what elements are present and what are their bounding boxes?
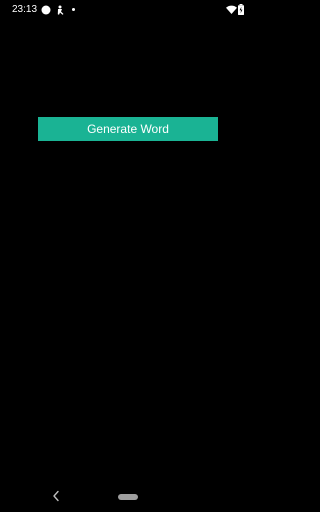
more-notifications-dot-icon [72, 8, 75, 11]
circle-notification-icon [41, 5, 51, 15]
wifi-icon [226, 5, 237, 14]
navigation-bar [0, 480, 256, 512]
back-icon[interactable] [52, 490, 60, 502]
generate-word-button[interactable]: Generate Word [38, 117, 218, 141]
status-time: 23:13 [12, 4, 38, 15]
status-bar: 23:13 [0, 0, 256, 20]
battery-icon [238, 4, 244, 15]
accessibility-notification-icon [57, 5, 64, 15]
main-content: Generate Word [0, 20, 256, 480]
home-pill-icon[interactable] [118, 494, 138, 500]
